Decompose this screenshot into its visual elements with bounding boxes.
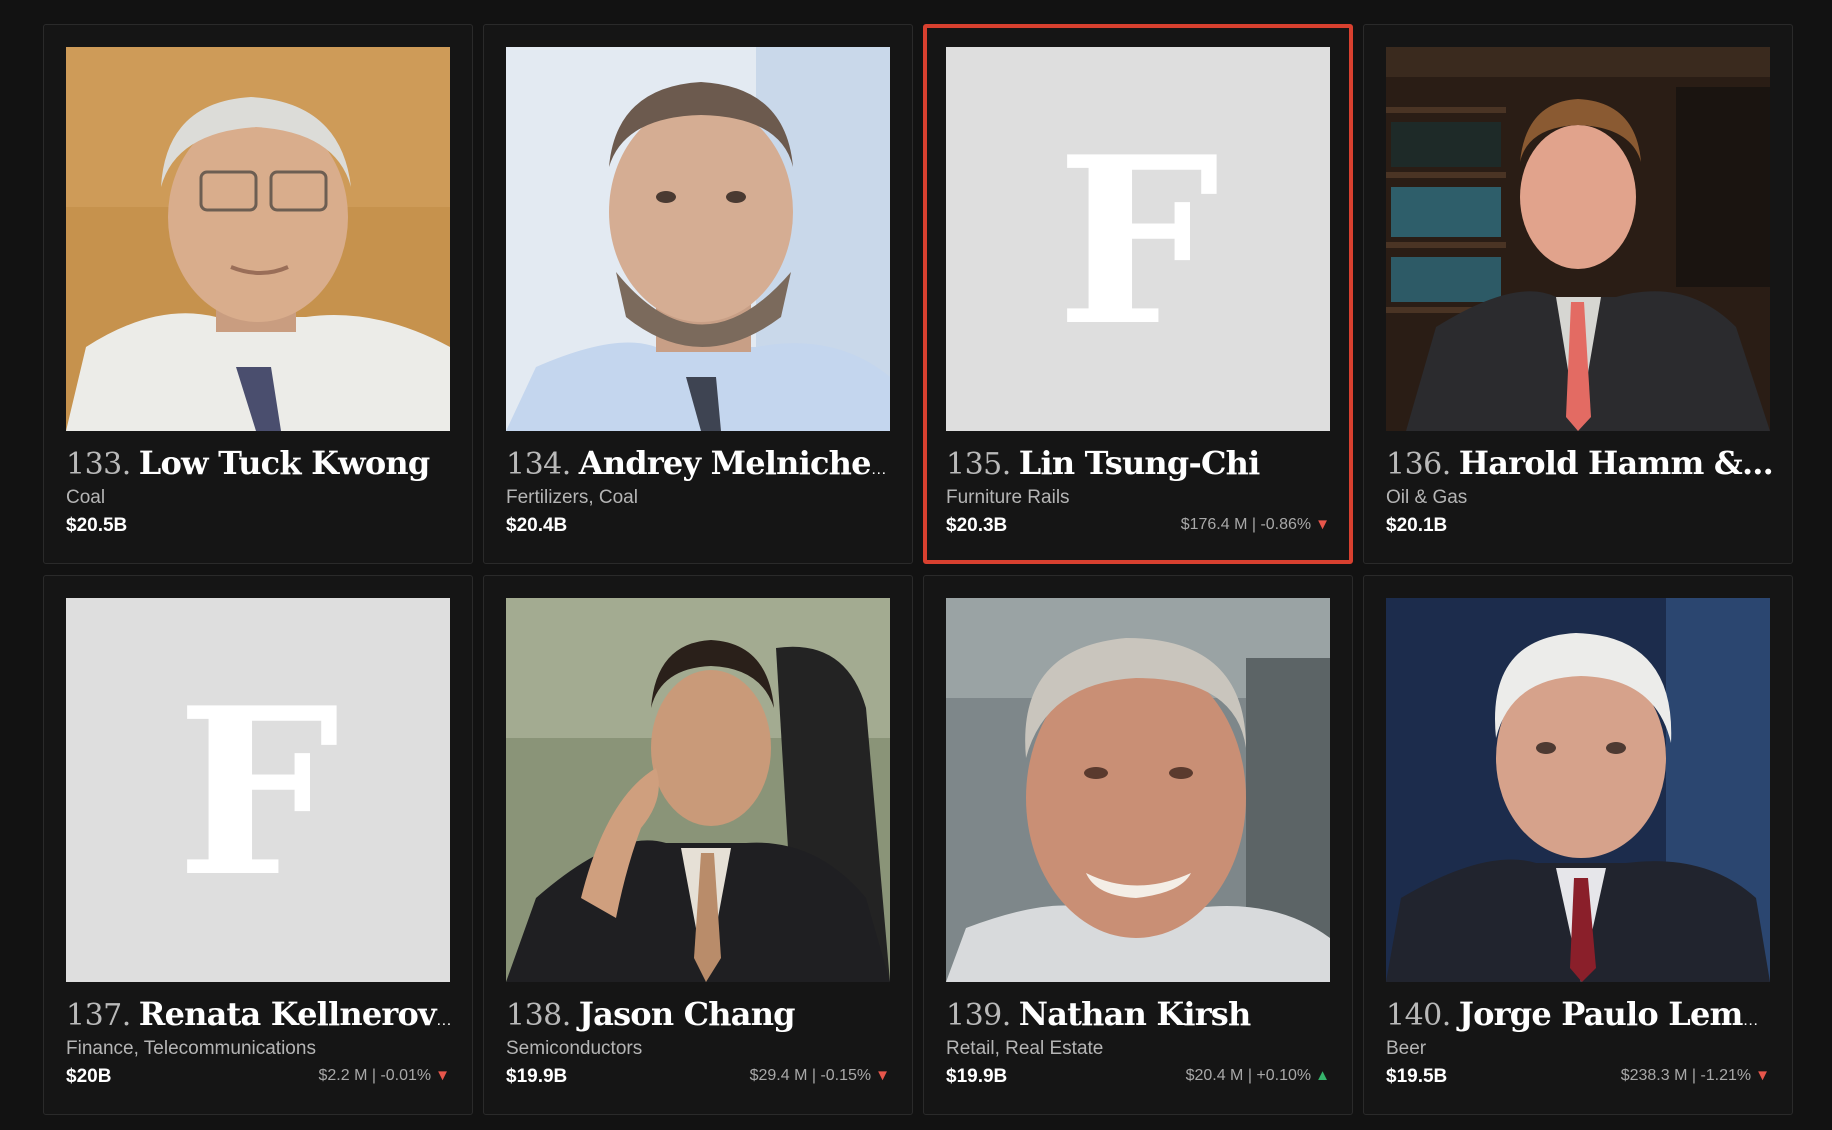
portrait-photo[interactable]	[1386, 47, 1770, 431]
billionaire-card-138[interactable]: 138. Jason Chang Semiconductors $19.9B $2…	[483, 575, 913, 1115]
industry-label: Furniture Rails	[946, 487, 1070, 508]
down-arrow-icon: ▼	[435, 1067, 450, 1084]
rank-number: 140.	[1386, 998, 1451, 1033]
net-worth: $20.1B	[1386, 515, 1448, 536]
daily-change: $2.2 M | -0.01% ▼	[318, 1067, 450, 1085]
down-arrow-icon: ▼	[1315, 516, 1330, 533]
net-worth: $20.4B	[506, 515, 568, 536]
industry-label: Finance, Telecommunications	[66, 1038, 316, 1059]
billionaire-name[interactable]: Jorge Paulo Leman...	[1459, 995, 1776, 1033]
up-arrow-icon: ▲	[1315, 1067, 1330, 1084]
industry-label: Fertilizers, Coal	[506, 487, 638, 508]
portrait-photo[interactable]	[66, 47, 450, 431]
billionaire-name[interactable]: Jason Chang	[579, 995, 796, 1033]
change-value: $20.4 M | +0.10%	[1185, 1067, 1312, 1084]
billionaire-title[interactable]: 139. Nathan Kirsh	[946, 986, 1336, 1042]
billionaire-name[interactable]: Harold Hamm &...	[1459, 444, 1774, 482]
billionaire-title[interactable]: 138. Jason Chang	[506, 986, 896, 1042]
net-worth: $20B	[66, 1066, 112, 1087]
billionaire-name[interactable]: Lin Tsung-Chi	[1019, 444, 1260, 482]
forbes-f-logo: F	[176, 658, 339, 928]
rank-number: 136.	[1386, 447, 1451, 482]
portrait-photo[interactable]	[506, 598, 890, 982]
down-arrow-icon: ▼	[1755, 1067, 1770, 1084]
rank-number: 133.	[66, 447, 131, 482]
billionaire-title[interactable]: 137.Renata Kellnerova ...	[66, 986, 456, 1042]
change-value: $29.4 M | -0.15%	[749, 1067, 872, 1084]
billionaire-card-136[interactable]: 136. Harold Hamm &... Oil & Gas $20.1B	[1363, 24, 1793, 564]
industry-label: Beer	[1386, 1038, 1427, 1059]
rank-number: 138.	[506, 998, 571, 1033]
daily-change: $238.3 M | -1.21% ▼	[1621, 1067, 1770, 1085]
portrait-photo[interactable]	[1386, 598, 1770, 982]
billionaire-card-133[interactable]: 133. Low Tuck Kwong Coal $20.5B	[43, 24, 473, 564]
billionaire-title[interactable]: 136. Harold Hamm &...	[1386, 435, 1776, 491]
billionaire-title[interactable]: 140.Jorge Paulo Leman...	[1386, 986, 1776, 1042]
net-worth: $20.3B	[946, 515, 1008, 536]
billionaire-title[interactable]: 134. Andrey Melnichen...	[506, 435, 896, 491]
industry-label: Semiconductors	[506, 1038, 643, 1059]
billionaire-card-134[interactable]: 134. Andrey Melnichen... Fertilizers, Coa…	[483, 24, 913, 564]
billionaire-title[interactable]: 135. Lin Tsung-Chi	[946, 435, 1336, 491]
rank-number: 135.	[946, 447, 1011, 482]
billionaire-title[interactable]: 133. Low Tuck Kwong	[66, 435, 456, 491]
industry-label: Retail, Real Estate	[946, 1038, 1104, 1059]
net-worth: $19.9B	[946, 1066, 1008, 1087]
billionaires-grid: 133. Low Tuck Kwong Coal $20.5B 134. Andre…	[43, 24, 1793, 1115]
forbes-f-logo: F	[1056, 107, 1219, 377]
billionaire-card-135[interactable]: F 135. Lin Tsung-Chi Furniture Rails $20.…	[923, 24, 1353, 564]
portrait-photo[interactable]	[506, 47, 890, 431]
billionaire-name[interactable]: Renata Kellnerova ...	[139, 995, 456, 1033]
billionaire-card-137[interactable]: F 137.Renata Kellnerova ... Finance, Tel…	[43, 575, 473, 1115]
net-worth: $19.5B	[1386, 1066, 1448, 1087]
daily-change: $176.4 M | -0.86% ▼	[1181, 516, 1330, 534]
billionaire-name[interactable]: Low Tuck Kwong	[139, 444, 430, 482]
change-value: $2.2 M | -0.01%	[318, 1067, 432, 1084]
daily-change: $29.4 M | -0.15% ▼	[750, 1067, 890, 1085]
rank-number: 137.	[66, 998, 131, 1033]
industry-label: Coal	[66, 487, 106, 508]
industry-label: Oil & Gas	[1386, 487, 1468, 508]
net-worth: $20.5B	[66, 515, 128, 536]
billionaire-card-140[interactable]: 140.Jorge Paulo Leman... Beer $19.5B $23…	[1363, 575, 1793, 1115]
down-arrow-icon: ▼	[875, 1067, 890, 1084]
placeholder-photo[interactable]: F	[946, 47, 1330, 431]
daily-change: $20.4 M | +0.10% ▲	[1186, 1067, 1330, 1085]
change-value: $238.3 M | -1.21%	[1620, 1067, 1752, 1084]
net-worth: $19.9B	[506, 1066, 568, 1087]
rank-number: 134.	[506, 447, 571, 482]
portrait-photo[interactable]	[946, 598, 1330, 982]
billionaire-name[interactable]: Andrey Melnichen...	[579, 444, 896, 482]
placeholder-photo[interactable]: F	[66, 598, 450, 982]
rank-number: 139.	[946, 998, 1011, 1033]
change-value: $176.4 M | -0.86%	[1180, 516, 1312, 533]
billionaire-card-139[interactable]: 139. Nathan Kirsh Retail, Real Estate $19…	[923, 575, 1353, 1115]
billionaire-name[interactable]: Nathan Kirsh	[1019, 995, 1251, 1033]
